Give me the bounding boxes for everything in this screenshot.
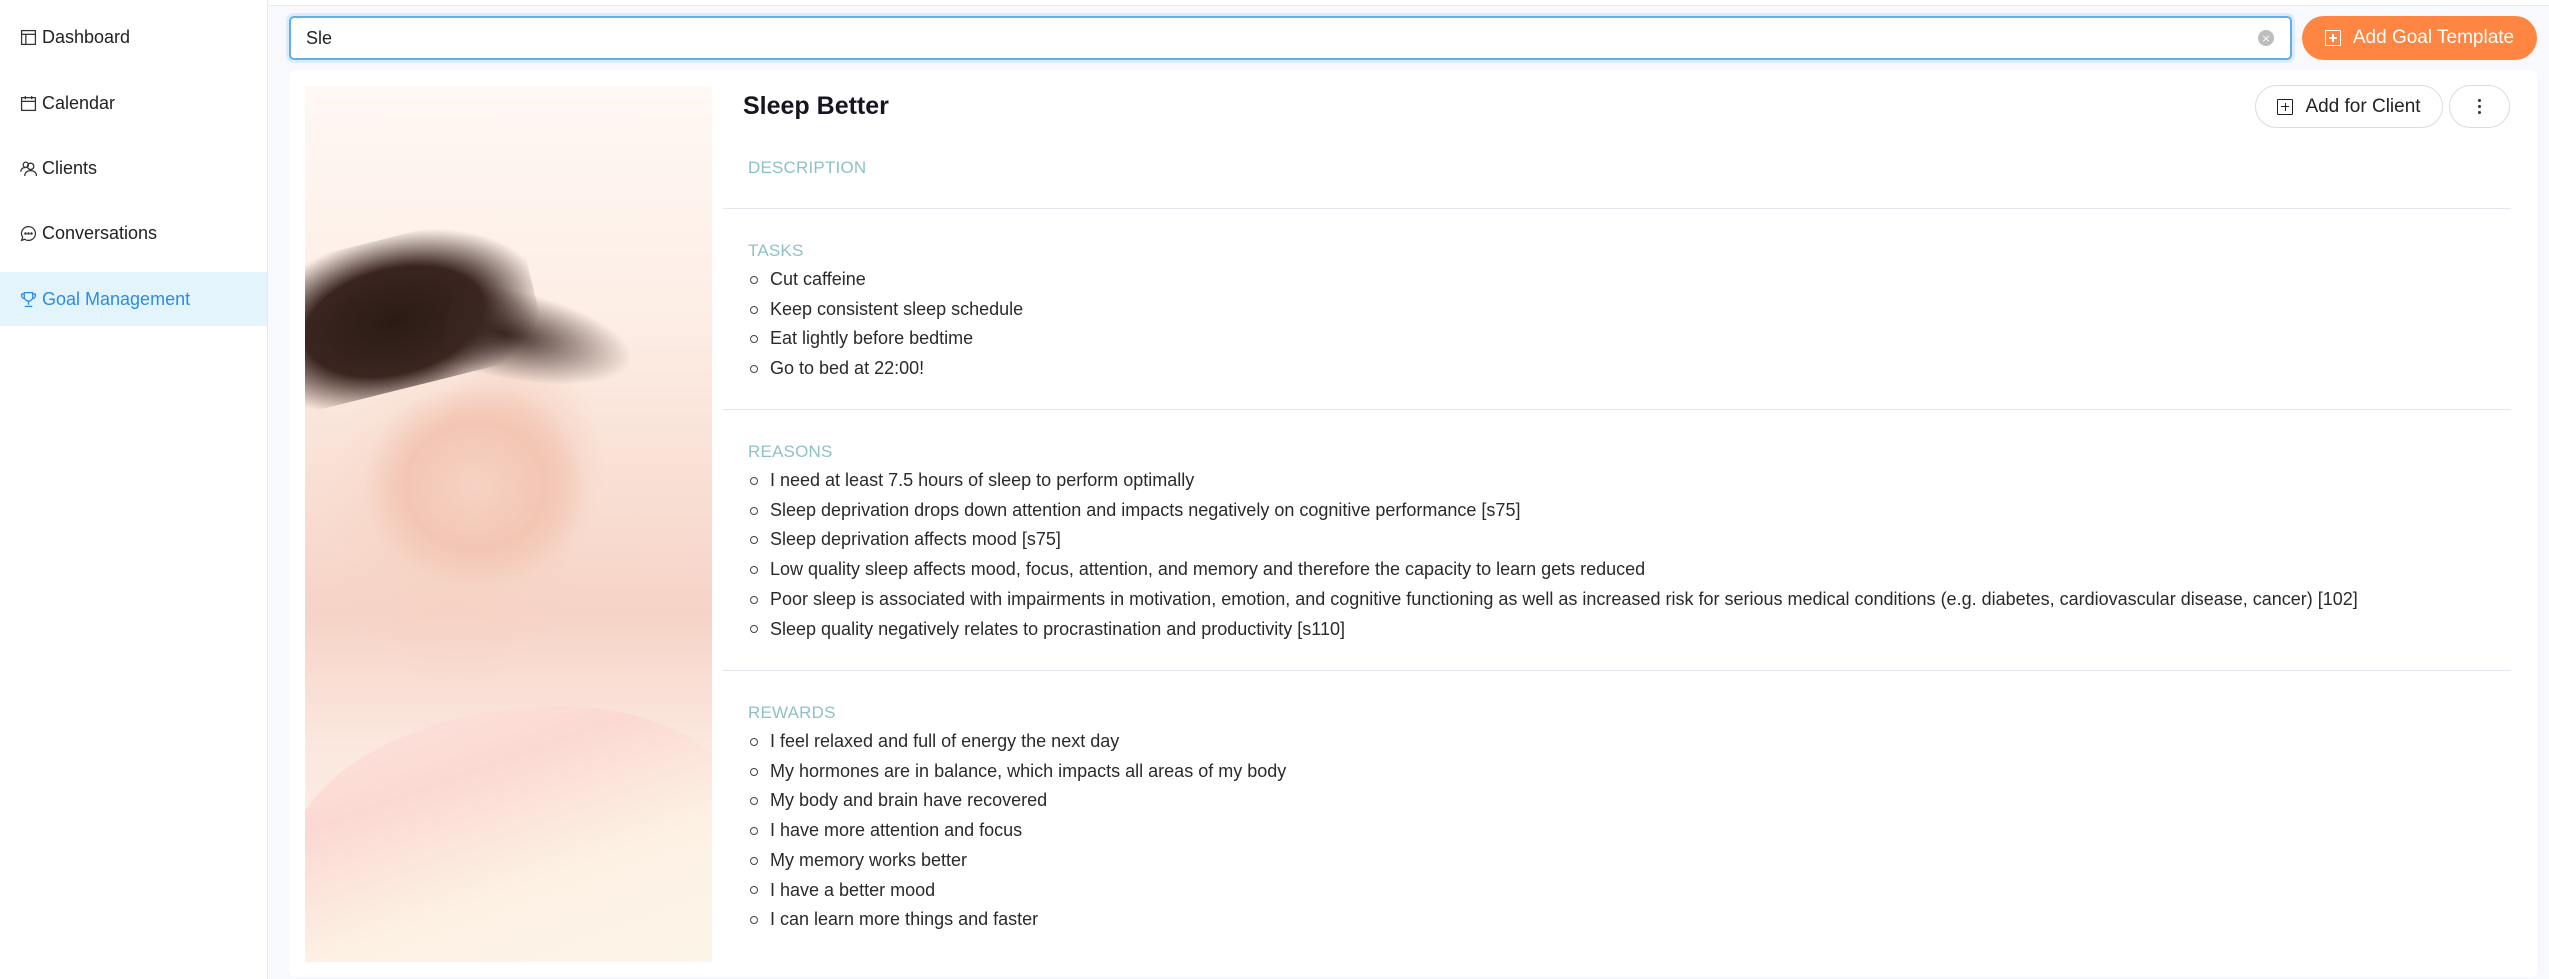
list-item: My hormones are in balance, which impact… — [748, 757, 1286, 787]
plus-square-icon — [2324, 30, 2341, 46]
sidebar-item-dashboard[interactable]: Dashboard — [0, 10, 267, 64]
description-section: DESCRIPTION — [723, 150, 2511, 209]
conversations-icon — [19, 224, 37, 242]
list-item: I feel relaxed and full of energy the ne… — [748, 727, 1286, 757]
list-item: I can learn more things and faster — [748, 905, 1286, 935]
list-item: My body and brain have recovered — [748, 786, 1286, 816]
plus-square-icon — [2277, 98, 2294, 115]
sidebar-item-conversations[interactable]: Conversations — [0, 206, 267, 260]
section-label: REASONS — [748, 442, 833, 461]
goal-title: Sleep Better — [743, 92, 889, 120]
search-input[interactable] — [291, 19, 2241, 57]
trophy-icon — [19, 290, 37, 308]
list-item: Sleep quality negatively relates to proc… — [748, 615, 2358, 645]
sidebar: Dashboard Calendar Clients Conversations… — [0, 0, 268, 979]
search-field: × — [289, 16, 2292, 60]
add-for-client-button[interactable]: Add for Client — [2255, 85, 2443, 128]
goal-image — [305, 86, 712, 962]
list-item: I have more attention and focus — [748, 816, 1286, 846]
sidebar-item-clients[interactable]: Clients — [0, 141, 267, 195]
reasons-list: I need at least 7.5 hours of sleep to pe… — [748, 466, 2358, 644]
add-goal-template-button[interactable]: Add Goal Template — [2302, 16, 2537, 60]
add-for-client-label: Add for Client — [2305, 95, 2421, 117]
list-item: Low quality sleep affects mood, focus, a… — [748, 555, 2358, 585]
sidebar-item-goal-management[interactable]: Goal Management — [0, 272, 267, 326]
goal-card: Sleep Better Add for Client DESCRIPTION … — [289, 70, 2537, 977]
tasks-section: TASKS Cut caffeine Keep consistent sleep… — [723, 209, 2511, 410]
list-item: I need at least 7.5 hours of sleep to pe… — [748, 466, 2358, 496]
more-options-button[interactable] — [2449, 85, 2510, 128]
reasons-section: REASONS I need at least 7.5 hours of sle… — [723, 410, 2511, 671]
sidebar-item-calendar[interactable]: Calendar — [0, 76, 267, 130]
list-item: Eat lightly before bedtime — [748, 324, 1023, 354]
more-vertical-icon — [2478, 99, 2481, 114]
sidebar-item-label: Conversations — [42, 222, 158, 243]
section-label: TASKS — [748, 241, 804, 260]
calendar-icon — [19, 94, 37, 112]
sidebar-item-label: Clients — [42, 157, 98, 178]
dashboard-icon — [19, 28, 37, 46]
list-item: Cut caffeine — [748, 265, 1023, 295]
add-goal-template-label: Add Goal Template — [2352, 27, 2515, 48]
list-item: I have a better mood — [748, 876, 1286, 906]
section-label: REWARDS — [748, 703, 836, 722]
sidebar-item-label: Dashboard — [42, 26, 131, 47]
sidebar-item-label: Calendar — [42, 92, 116, 113]
list-item: My memory works better — [748, 846, 1286, 876]
sidebar-item-label: Goal Management — [42, 288, 191, 309]
rewards-list: I feel relaxed and full of energy the ne… — [748, 727, 1286, 935]
list-item: Keep consistent sleep schedule — [748, 295, 1023, 325]
top-strip — [269, 0, 2549, 6]
list-item: Sleep deprivation drops down attention a… — [748, 496, 2358, 526]
clients-icon — [19, 159, 37, 177]
list-item: Sleep deprivation affects mood [s75] — [748, 525, 2358, 555]
list-item: Go to bed at 22:00! — [748, 354, 1023, 384]
section-label: DESCRIPTION — [748, 158, 867, 177]
list-item: Poor sleep is associated with impairment… — [748, 585, 2358, 615]
clear-icon[interactable]: × — [2258, 30, 2274, 46]
rewards-section: REWARDS I feel relaxed and full of energ… — [723, 671, 2511, 961]
tasks-list: Cut caffeine Keep consistent sleep sched… — [748, 265, 1023, 384]
